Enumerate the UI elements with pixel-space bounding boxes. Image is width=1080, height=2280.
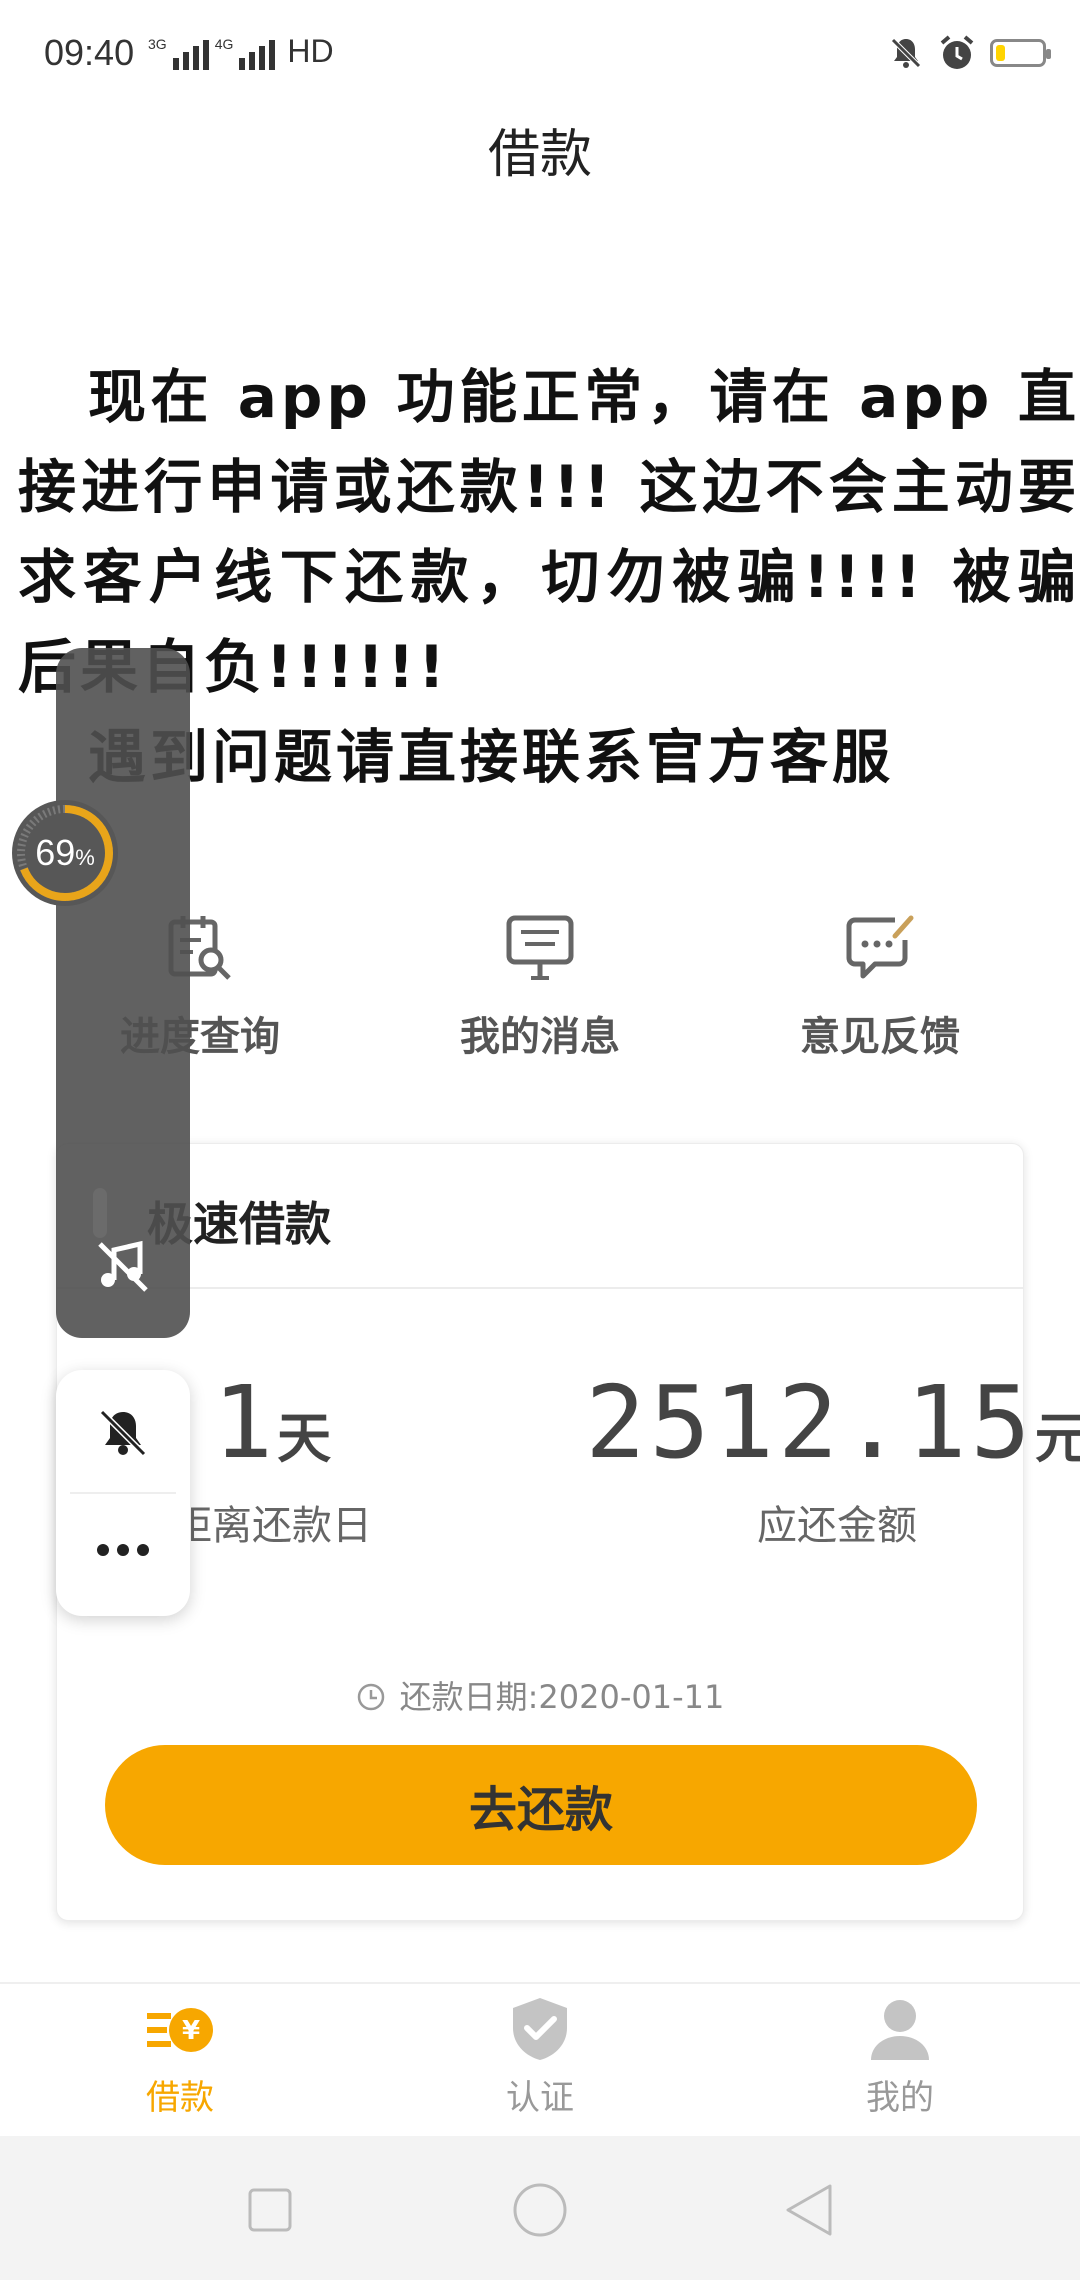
popup-divider bbox=[70, 1492, 176, 1494]
silent-bell-icon bbox=[891, 38, 921, 68]
amount-value: 2512.15 bbox=[585, 1364, 1035, 1481]
hd-indicator: HD bbox=[287, 33, 334, 69]
recent-apps-icon[interactable] bbox=[240, 2180, 300, 2240]
battery-level bbox=[996, 45, 1005, 61]
due-date-text: 还款日期:2020-01-11 bbox=[399, 1678, 725, 1716]
quick-item-label: 我的消息 bbox=[460, 1014, 620, 1060]
signal-indicators: 3G 4G HD bbox=[148, 30, 334, 70]
alarm-clock-icon bbox=[940, 35, 974, 69]
user-icon bbox=[871, 2000, 929, 2060]
nav-label: 我的 bbox=[866, 2078, 934, 2118]
nav-item-loan[interactable]: ¥ 借款 bbox=[80, 1994, 280, 2119]
quick-item-feedback[interactable]: 意见反馈 bbox=[730, 912, 1030, 1062]
loan-yen-icon: ¥ bbox=[147, 2008, 213, 2052]
quick-item-label: 意见反馈 bbox=[800, 1014, 960, 1060]
status-right-icons bbox=[888, 32, 1051, 74]
svg-text:¥: ¥ bbox=[182, 2016, 200, 2046]
page-title: 借款 bbox=[487, 125, 592, 185]
amount-label: 应还金额 bbox=[757, 1503, 917, 1549]
music-off-icon[interactable] bbox=[96, 1240, 150, 1294]
nav-item-mine[interactable]: 我的 bbox=[800, 1994, 1000, 2119]
feedback-icon bbox=[846, 915, 914, 979]
clock-icon bbox=[357, 1683, 384, 1711]
system-nav-bar bbox=[0, 2136, 1080, 2280]
back-icon[interactable] bbox=[780, 2180, 840, 2240]
signal-bars-icon bbox=[172, 40, 209, 70]
loan-card: 极速借款 1天 距离还款日 2512.15元 应还金额 还款日期:2020-01… bbox=[56, 1143, 1080, 1921]
amount-unit: 元 bbox=[1034, 1407, 1080, 1470]
quick-item-messages[interactable]: 我的消息 bbox=[390, 912, 690, 1062]
battery-icon bbox=[990, 39, 1051, 67]
days-unit: 天 bbox=[277, 1407, 332, 1470]
status-bar: 09:40 3G 4G HD bbox=[0, 0, 1080, 110]
nav-label: 认证 bbox=[506, 2078, 574, 2118]
nav-label: 借款 bbox=[146, 2078, 214, 2118]
nav-item-verify[interactable]: 认证 bbox=[440, 1994, 640, 2119]
floating-popup bbox=[56, 1370, 190, 1616]
card-header: 极速借款 bbox=[57, 1144, 1023, 1289]
signal-bars-icon bbox=[239, 40, 276, 70]
network-type-2: 4G bbox=[214, 36, 234, 52]
status-time: 09:40 bbox=[44, 32, 135, 73]
amount-due: 2512.15元 应还金额 bbox=[547, 1364, 1080, 1551]
drag-handle[interactable] bbox=[93, 1188, 107, 1238]
more-icon[interactable] bbox=[94, 1540, 152, 1560]
shield-check-icon bbox=[513, 1998, 567, 2060]
message-icon bbox=[506, 915, 574, 980]
home-icon[interactable] bbox=[510, 2180, 570, 2240]
days-value: 1 bbox=[212, 1364, 278, 1481]
due-date: 还款日期:2020-01-11 bbox=[57, 1672, 1023, 1718]
gauge-percent: 69% bbox=[35, 832, 95, 873]
floating-panel[interactable] bbox=[56, 648, 190, 1338]
repay-button[interactable]: 去还款 bbox=[105, 1745, 977, 1865]
progress-gauge[interactable]: 69% bbox=[12, 800, 118, 906]
network-type-1: 3G bbox=[148, 36, 167, 52]
bottom-nav: ¥ 借款 认证 我的 bbox=[0, 1982, 1080, 2136]
bell-off-icon[interactable] bbox=[96, 1406, 150, 1460]
